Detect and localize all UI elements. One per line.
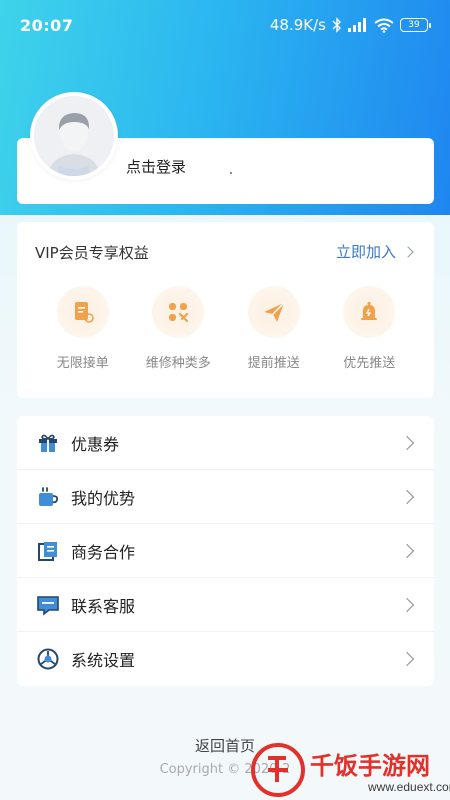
benefit-label: 优先推送 — [343, 356, 396, 371]
vip-benefits: 无限接单 维修种类多 提前推送 优先推送 — [35, 286, 417, 371]
vip-join-label: 立即加入 — [335, 243, 396, 261]
watermark-url: www.eduext.com — [368, 780, 450, 794]
watermark-logo-icon — [251, 743, 305, 797]
chevron-right-icon — [399, 651, 415, 667]
benefit-label: 无限接单 — [56, 356, 109, 371]
menu-item-settings[interactable]: 系统设置 — [17, 632, 434, 686]
benefit-early-push[interactable]: 提前推送 — [226, 286, 322, 371]
vip-card: VIP会员专享权益 立即加入 无限接单 维修种类多 提前推送 优先推送 — [17, 222, 434, 398]
menu-item-label: 系统设置 — [71, 651, 136, 670]
menu-item-label: 联系客服 — [71, 596, 136, 616]
chevron-right-icon — [399, 435, 415, 451]
status-bar: 20:07 48.9K/s 39 — [0, 0, 450, 52]
menu-item-coupons[interactable]: 优惠券 — [17, 416, 434, 470]
network-speed: 48.9K/s — [269, 16, 326, 34]
chevron-right-icon — [402, 246, 414, 258]
benefit-unlimited-orders[interactable]: 无限接单 — [35, 286, 131, 371]
menu-item-advantages[interactable]: 我的优势 — [17, 470, 434, 524]
chevron-right-icon — [399, 543, 415, 559]
default-avatar-icon — [34, 96, 114, 176]
benefit-label: 提前推送 — [247, 356, 300, 371]
menu-item-label: 优惠券 — [71, 434, 120, 454]
menu-item-business[interactable]: 商务合作 — [17, 524, 434, 578]
vip-title: VIP会员专享权益 — [35, 244, 149, 262]
battery-icon: 39 — [400, 18, 431, 32]
menu-item-label: 我的优势 — [71, 488, 136, 508]
benefit-repair-types[interactable]: 维修种类多 — [131, 286, 227, 371]
decorative-dot — [230, 172, 232, 174]
gift-icon — [39, 434, 57, 452]
document-icon — [74, 302, 94, 323]
message-icon — [37, 595, 59, 616]
status-indicators: 48.9K/s 39 — [269, 16, 431, 34]
tools-icon — [169, 303, 189, 323]
cup-icon — [39, 486, 59, 506]
menu-list: 优惠券 我的优势 商务合作 联系客服 系统设置 — [17, 416, 434, 686]
avatar[interactable] — [30, 92, 118, 180]
vip-join-button[interactable]: 立即加入 — [335, 241, 414, 262]
status-time: 20:07 — [20, 16, 74, 35]
login-label[interactable]: 点击登录 — [126, 156, 186, 177]
signal-icon — [348, 18, 366, 32]
menu-item-label: 商务合作 — [71, 542, 136, 562]
site-watermark: 千饭手游网 www.eduext.com — [250, 740, 450, 800]
bluetooth-icon — [332, 17, 341, 33]
wifi-icon — [374, 18, 394, 33]
documents-icon — [38, 541, 57, 561]
watermark-brand: 千饭手游网 — [310, 752, 430, 780]
benefit-label: 维修种类多 — [145, 356, 211, 371]
chevron-right-icon — [399, 489, 415, 505]
bell-icon — [361, 301, 378, 320]
benefit-priority-push[interactable]: 优先推送 — [322, 286, 418, 371]
paper-plane-icon — [263, 302, 285, 322]
settings-icon — [37, 648, 59, 670]
menu-item-customer-service[interactable]: 联系客服 — [17, 578, 434, 632]
chevron-right-icon — [399, 597, 415, 613]
